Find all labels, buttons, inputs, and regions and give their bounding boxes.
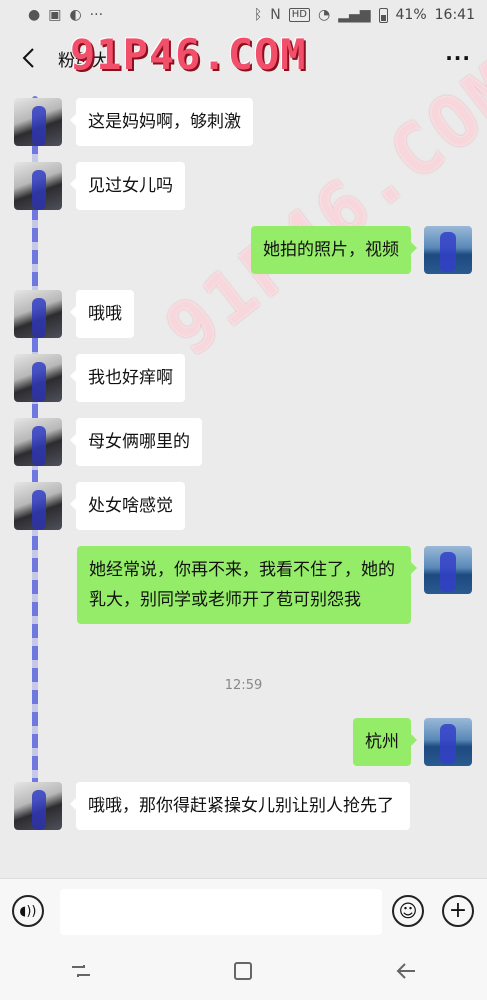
avatar[interactable] (424, 546, 472, 594)
status-left-icons: ● ▣ ◐ ··· (28, 7, 103, 23)
avatar[interactable] (14, 482, 62, 530)
image-icon: ▣ (48, 7, 62, 23)
avatar[interactable] (14, 98, 62, 146)
message-bubble[interactable]: 杭州 (353, 718, 417, 766)
avatar[interactable] (14, 354, 62, 402)
message-bubble[interactable]: 我也好痒啊 (70, 354, 185, 402)
wifi-icon: ◔ (317, 7, 331, 23)
message-bubble[interactable]: 处女啥感觉 (70, 482, 185, 530)
clock: 16:41 (434, 7, 475, 23)
emoji-button[interactable]: ☺ (392, 895, 424, 927)
recents-button[interactable] (61, 951, 101, 991)
watermark-top: 91P46.COM (70, 30, 307, 79)
plus-icon: + (448, 898, 468, 923)
watermark-diagonal: 91P46.COM (150, 43, 487, 373)
message-bubble[interactable]: 母女俩哪里的 (70, 418, 202, 466)
back-nav-button[interactable] (386, 951, 426, 991)
chat-area[interactable]: 91P46.COM 这是妈妈啊，够刺激 见过女儿吗 她拍的照片，视频 哦哦 我也… (0, 44, 487, 878)
chevron-left-icon (22, 48, 34, 68)
system-nav-bar (0, 942, 487, 1000)
avatar[interactable] (424, 226, 472, 274)
sync-icon: ◐ (69, 7, 82, 23)
status-bar: ● ▣ ◐ ··· ᛒ N HD ◔ ▂▄▆ 41% 16:41 (0, 0, 487, 30)
hd-badge: HD (288, 8, 310, 22)
avatar[interactable] (14, 290, 62, 338)
avatar[interactable] (14, 418, 62, 466)
message-bubble[interactable]: 哦哦，那你得赶紧操女儿别让别人抢先了 (70, 782, 410, 830)
battery-percent: 41% (395, 7, 427, 23)
plus-button[interactable]: + (442, 895, 474, 927)
more-dots-icon: ··· (89, 7, 104, 23)
nfc-icon: N (270, 7, 281, 23)
message-timestamp: 12:59 (224, 678, 263, 693)
wechat-icon: ● (28, 7, 41, 23)
avatar[interactable] (14, 162, 62, 210)
recents-nav-icon (72, 965, 91, 977)
message-bubble[interactable]: 她经常说，你再不来，我看不住了，她的乳大，别同学或老师开了苞可别怨我 (77, 546, 417, 624)
message-bubble[interactable]: 哦哦 (70, 290, 134, 338)
battery-icon (378, 7, 388, 23)
back-button[interactable] (16, 46, 40, 70)
back-nav-icon (396, 963, 415, 979)
status-right-icons: ᛒ N HD ◔ ▂▄▆ 41% 16:41 (254, 7, 475, 23)
voice-icon: ◖)) (19, 903, 37, 919)
message-bubble[interactable]: 见过女儿吗 (70, 162, 185, 210)
avatar[interactable] (424, 718, 472, 766)
home-nav-icon (234, 962, 253, 980)
bluetooth-icon: ᛒ (253, 7, 263, 23)
message-bubble[interactable]: 这是妈妈啊，够刺激 (70, 98, 253, 146)
signal-icon: ▂▄▆ (338, 7, 371, 23)
input-bar: ◖)) ☺ + (0, 878, 487, 942)
voice-button[interactable]: ◖)) (12, 895, 44, 927)
emoji-icon: ☺ (398, 900, 418, 922)
message-bubble[interactable]: 她拍的照片，视频 (251, 226, 417, 274)
home-button[interactable] (223, 951, 263, 991)
message-input[interactable] (60, 889, 382, 935)
avatar[interactable] (14, 782, 62, 830)
